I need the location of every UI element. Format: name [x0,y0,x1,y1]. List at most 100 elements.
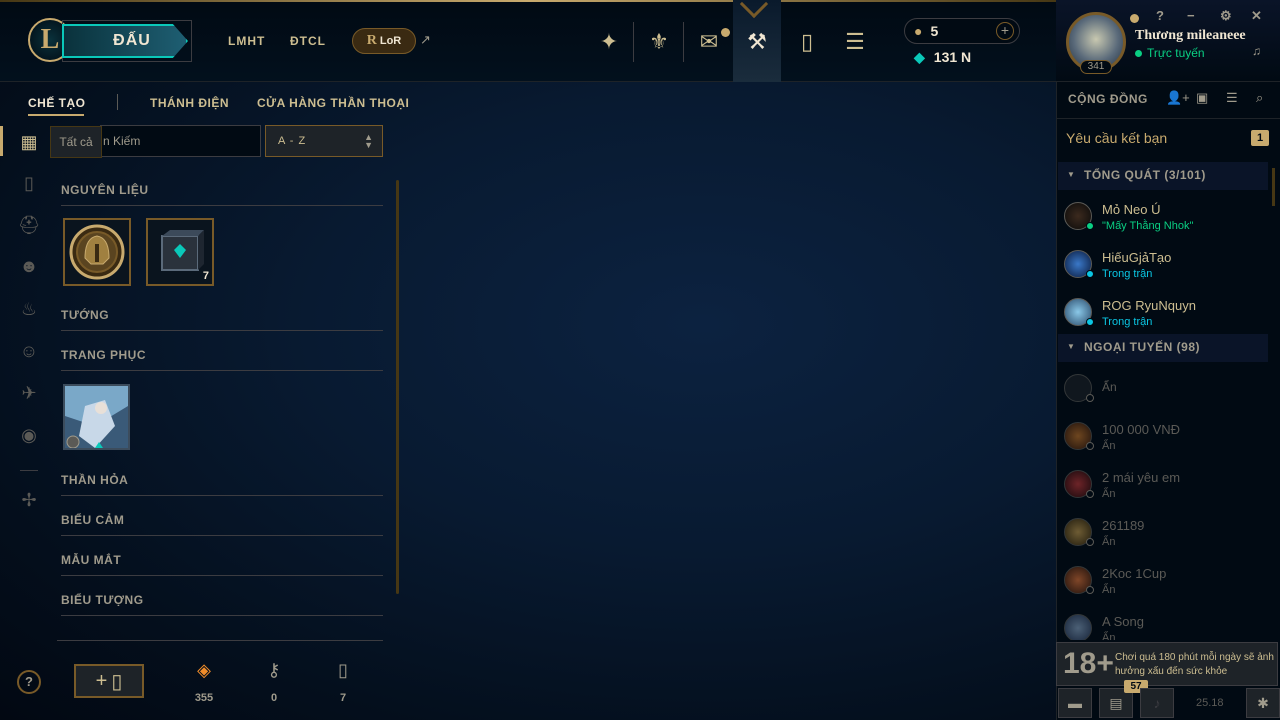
add-friend-icon[interactable]: 👤+ [1166,90,1190,106]
minimize-button[interactable]: − [1187,8,1195,23]
section-ward[interactable]: THẦN HỎA [61,473,383,496]
top-gold-line [0,0,1056,2]
buy-rp-button[interactable]: + [996,22,1014,40]
nav-link-dtcl[interactable]: ĐTCL [290,34,326,48]
eye-icon[interactable]: ✈ [17,381,41,405]
filter-tooltip: Tất cả [50,126,102,158]
grid-icon[interactable]: ▦ [17,130,41,154]
group-offline-label: NGOẠI TUYẾN (98) [1084,340,1201,354]
section-emotes[interactable]: BIỂU CẢM [61,513,383,536]
section-eyes[interactable]: MẪU MẮT [61,553,383,576]
search-icon[interactable]: ⌕ [1256,90,1263,106]
skin-shard-tile[interactable] [63,384,130,450]
profile-status[interactable]: Trực tuyến [1135,46,1205,60]
filter-separator [20,470,38,471]
lor-logo-icon: R [366,33,377,48]
friend-row[interactable]: A Song Ẩn [1062,608,1262,640]
collection-icon[interactable]: ▯ [783,20,831,64]
section-champions[interactable]: TƯỚNG [61,308,383,331]
store-icon[interactable]: ☰ [831,20,879,64]
add-folder-icon[interactable]: ▣ [1196,90,1208,106]
user-icon[interactable]: ◉ [17,423,41,447]
helmet-icon[interactable]: ⛑ [17,213,41,237]
mask-icon[interactable]: ☻ [17,254,41,278]
lor-button[interactable]: R LoR [352,28,416,54]
friend-row[interactable]: 261189 Ẩn [1062,512,1262,556]
friend-requests-badge: 1 [1251,130,1269,146]
key-stat: ⚷ 0 [254,660,294,704]
emote-icon[interactable]: ☺ [17,339,41,363]
chest-icon[interactable]: ▯ [17,171,41,195]
friend-row[interactable]: HiếuGjảTạo Trong trận [1062,244,1262,288]
friend-row[interactable]: ROG RyuNquyn Trong trận [1062,292,1262,336]
inventory-icon[interactable]: ✉ [685,20,733,64]
mastery-token-tile[interactable] [63,218,131,286]
help-button[interactable]: ? [17,670,41,694]
notification-bell-icon[interactable]: ♫ [1252,44,1261,58]
sort-arrows-icon: ▲ ▼ [364,132,374,150]
chest-icon: ▯ [111,670,123,693]
chest-value: 7 [339,692,347,704]
sort-label: A - Z [278,135,307,147]
close-button[interactable]: ✕ [1251,8,1262,24]
tab-mythic-shop[interactable]: CỬA HÀNG THẦN THOẠI [257,96,409,110]
orange-essence-value: 355 [194,692,214,704]
nav-separator [633,22,634,62]
group-general[interactable]: ▼ TỔNG QUÁT (3/101) [1058,162,1268,190]
friend-status: Ẩn [1102,584,1116,596]
avatar [1064,614,1092,640]
hextech-chest-tile[interactable]: 7 [146,218,214,286]
craft-key-button[interactable]: + ▯ [74,664,144,698]
help-button[interactable]: ? [1156,8,1164,23]
ward-icon[interactable]: ♨ [17,297,41,321]
group-offline[interactable]: ▼ NGOẠI TUYẾN (98) [1058,334,1268,362]
chat-icon[interactable]: ▬ [1058,688,1092,718]
section-skins[interactable]: TRANG PHỤC [61,348,383,371]
social-scrollbar[interactable] [1272,168,1275,206]
friend-status: Trong trận [1102,316,1153,328]
status-dot [1086,442,1094,450]
friend-status: Trong trận [1102,268,1153,280]
friend-row[interactable]: Ẩn [1062,368,1262,412]
friend-status: Ẩn [1102,632,1116,640]
search-input[interactable]: n Kiếm [100,125,261,157]
section-materials[interactable]: NGUYÊN LIỆU [61,183,383,206]
nav-link-lmht[interactable]: LMHT [228,34,265,48]
profile-name[interactable]: Thương mileaneee [1135,28,1246,44]
friend-name: Mỏ Neo Ú [1102,202,1161,217]
friend-status: Ẩn [1102,488,1116,500]
friend-row[interactable]: 2Koc 1Cup Ẩn [1062,560,1262,604]
bug-report-icon[interactable]: ✱ [1246,688,1280,718]
section-icons[interactable]: BIỂU TƯỢNG [61,593,383,616]
play-button[interactable]: ĐẤU [62,24,188,58]
tab-crafting[interactable]: CHẾ TẠO [28,96,86,110]
list-icon[interactable]: ☰ [1226,90,1238,106]
friend-row[interactable]: Mỏ Neo Ú "Mấy Thằng Nhok" [1062,196,1262,240]
microphone-icon[interactable]: ♪ [1140,688,1174,718]
chevron-down-icon: ▼ [1067,170,1076,179]
rp-balance: ● 5 [914,23,938,39]
status-dot [1086,222,1094,230]
status-dot [1086,538,1094,546]
subnav-separator [117,94,118,110]
client-window: L ĐẤU LMHT ĐTCL R LoR ↗ ✦ ⚜ ✉ ⚒ ▯ ☰ ● 5 + … [0,0,1280,720]
disenchant-icon[interactable]: ✢ [17,488,41,512]
friend-name: ROG RyuNquyn [1102,298,1196,313]
friend-name: 2 mái yêu em [1102,470,1181,485]
loot-scrollbar[interactable] [396,180,399,594]
home-icon[interactable]: ✦ [585,20,633,64]
lor-label: LoR [379,35,402,47]
skin-art-icon [65,386,128,449]
sort-select[interactable]: A - Z ▲ ▼ [265,125,383,157]
tab-sanctum[interactable]: THÁNH ĐIỆN [150,96,229,110]
friend-row[interactable]: 100 000 VNĐ Ẩn [1062,416,1262,460]
settings-button[interactable]: ⚙ [1220,8,1232,24]
tft-icon[interactable]: ⚜ [635,20,683,64]
profile-level: 341 [1080,60,1112,74]
friend-requests[interactable]: Yêu cầu kết bạn [1066,130,1167,146]
status-dot [1086,394,1094,402]
orange-essence-icon: ◈ [197,660,211,680]
friend-row[interactable]: 2 mái yêu em Ẩn [1062,464,1262,508]
loot-icon[interactable]: ⚒ [733,20,781,64]
rp-icon: ● [914,23,923,39]
